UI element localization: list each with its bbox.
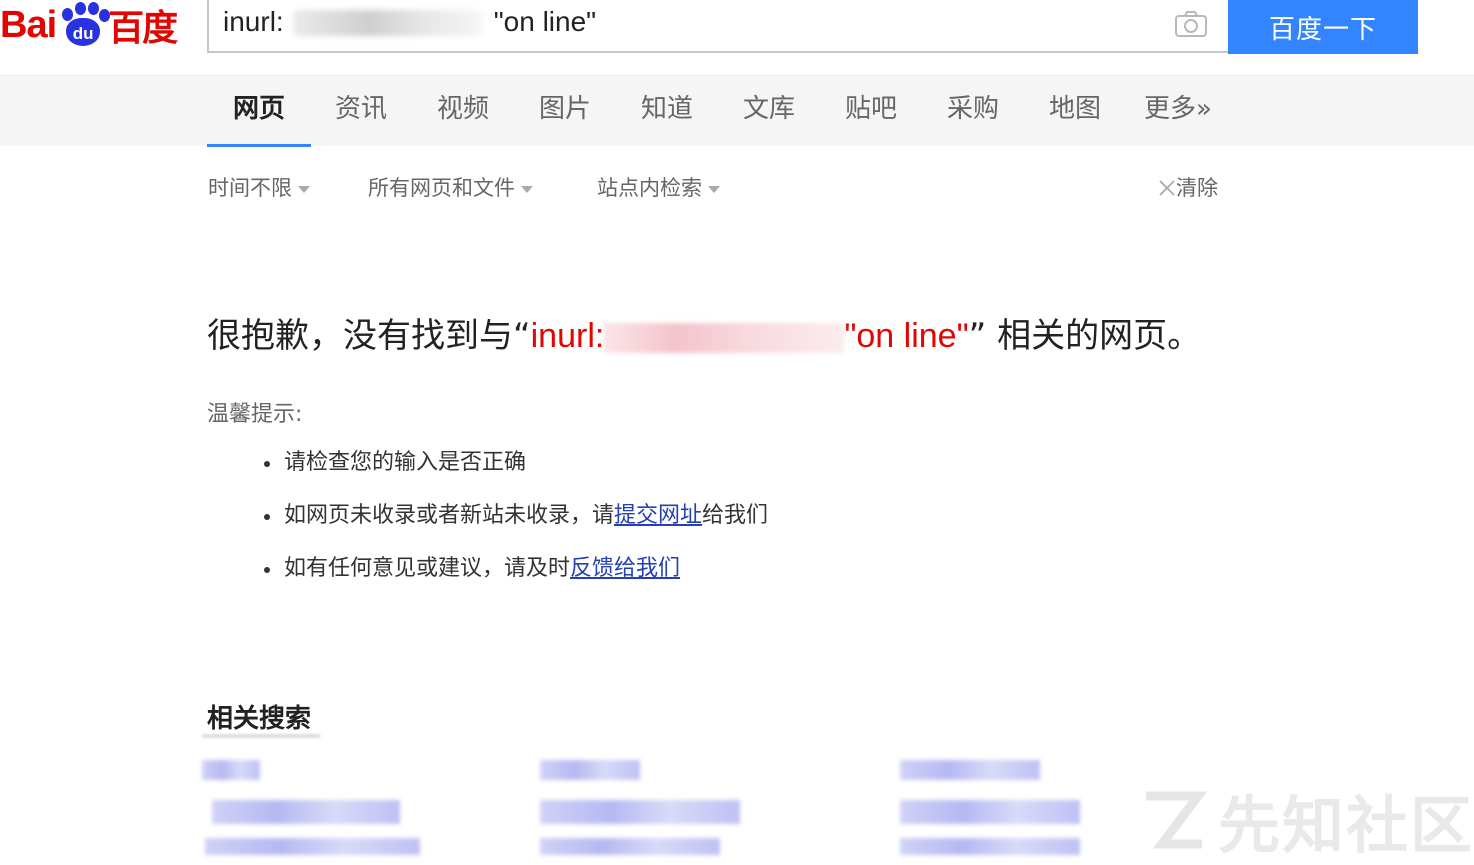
tab-news[interactable]: 资讯 — [335, 76, 387, 146]
tab-web[interactable]: 网页 — [206, 76, 312, 147]
search-tabs: 网页 资讯 视频 图片 知道 文库 贴吧 采购 地图 更多» — [0, 75, 1474, 147]
feedback-link[interactable]: 反馈给我们 — [570, 556, 680, 581]
logo-latin-text: Bai — [0, 3, 57, 46]
related-search-link[interactable] — [540, 760, 640, 780]
related-search-link[interactable] — [540, 800, 740, 824]
paw-icon: du — [58, 2, 111, 48]
quote-open: “ — [513, 316, 531, 356]
site-search-dropdown[interactable]: 站点内检索 — [597, 172, 720, 202]
quote-close: ” — [968, 316, 987, 356]
divider — [202, 734, 320, 738]
logo-chinese-text: 百度 — [108, 8, 178, 49]
submit-url-link[interactable]: 提交网址 — [614, 503, 702, 528]
paw-text: du — [66, 18, 101, 46]
tips-title: 温馨提示: — [207, 402, 303, 427]
tip-item: 如有任何意见或建议，请及时反馈给我们 — [262, 552, 768, 605]
baidu-logo[interactable]: Bai du 百度 — [0, 0, 178, 50]
query-prefix: inurl: — [223, 6, 284, 37]
close-icon — [1159, 180, 1175, 196]
no-result-message: 很抱歉，没有找到与“inurl: "on line"” 相关的网页。 — [207, 308, 1201, 357]
clear-filters-button[interactable]: 清除 — [1158, 172, 1218, 202]
tab-zhidao[interactable]: 知道 — [641, 76, 693, 146]
redacted-query-blur — [604, 322, 845, 353]
tip-text: 给我们 — [702, 503, 769, 528]
no-result-tail: 相关的网页。 — [997, 316, 1202, 356]
tab-map[interactable]: 地图 — [1049, 76, 1101, 146]
filetype-filter-dropdown[interactable]: 所有网页和文件 — [368, 172, 533, 202]
no-result-query-suffix: "on line" — [844, 317, 969, 355]
watermark: 先知社区 — [1140, 775, 1474, 865]
related-search-link[interactable] — [900, 838, 1080, 855]
caret-down-icon — [521, 185, 533, 193]
site-search-label: 站点内检索 — [597, 176, 702, 200]
tip-text: 如网页未收录或者新站未收录，请 — [284, 503, 615, 528]
clear-label: 清除 — [1176, 176, 1218, 200]
related-search-link[interactable] — [205, 838, 420, 855]
related-searches-title: 相关搜索 — [207, 704, 312, 734]
tab-video[interactable]: 视频 — [437, 76, 489, 146]
related-search-link[interactable] — [540, 838, 720, 855]
tab-tieba[interactable]: 贴吧 — [845, 76, 897, 146]
watermark-logo-icon — [1146, 791, 1207, 849]
tab-images[interactable]: 图片 — [539, 76, 591, 146]
time-filter-dropdown[interactable]: 时间不限 — [208, 172, 310, 202]
tip-text: 请检查您的输入是否正确 — [284, 450, 527, 475]
related-search-link[interactable] — [900, 760, 1040, 780]
search-input[interactable]: inurl: "on line" — [207, 0, 1228, 53]
tab-purchase[interactable]: 采购 — [947, 76, 999, 146]
related-search-link[interactable] — [900, 800, 1080, 824]
query-suffix: "on line" — [493, 6, 597, 37]
tip-text: 如有任何意见或建议，请及时 — [284, 556, 571, 581]
time-filter-label: 时间不限 — [208, 176, 292, 200]
redacted-query-blur — [293, 10, 483, 36]
tab-more[interactable]: 更多» — [1144, 76, 1212, 146]
caret-down-icon — [298, 185, 310, 193]
tip-item: 请检查您的输入是否正确 — [262, 446, 768, 499]
related-search-link[interactable] — [202, 760, 260, 780]
tip-item: 如网页未收录或者新站未收录，请提交网址给我们 — [262, 499, 768, 552]
no-result-query-prefix: inurl: — [530, 317, 605, 355]
no-result-text: 很抱歉，没有找到与 — [207, 316, 513, 356]
tab-wenku[interactable]: 文库 — [743, 76, 795, 146]
caret-down-icon — [708, 185, 720, 193]
tips-list: 请检查您的输入是否正确 如网页未收录或者新站未收录，请提交网址给我们 如有任何意… — [262, 446, 768, 605]
search-button[interactable]: 百度一下 — [1228, 0, 1418, 54]
watermark-text: 先知社区 — [1218, 789, 1474, 862]
camera-icon[interactable] — [1174, 10, 1208, 38]
related-search-link[interactable] — [212, 800, 400, 824]
filetype-filter-label: 所有网页和文件 — [368, 176, 515, 200]
